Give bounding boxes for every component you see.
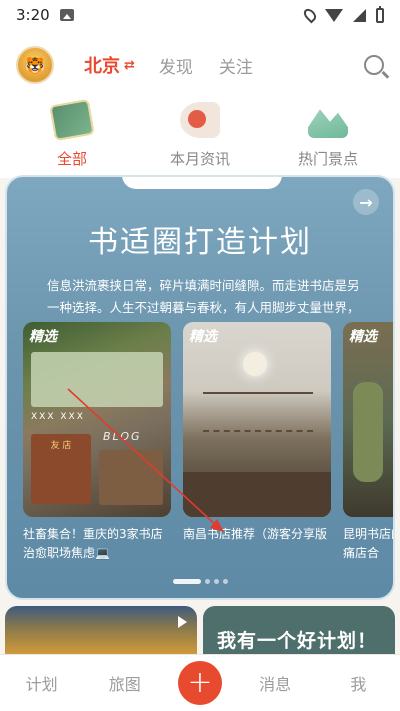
category-label: 本月资讯	[169, 150, 230, 168]
wifi-icon	[325, 8, 343, 22]
tiger-logo-icon: 🐯	[25, 55, 45, 75]
status-bar: 3:20	[0, 0, 400, 30]
bookstore-photo: 友 店	[31, 434, 91, 504]
featured-tag: 精选	[349, 329, 377, 345]
signal-icon	[353, 8, 366, 22]
category-monthly-news[interactable]: 本月资讯	[145, 100, 255, 178]
location-icon	[301, 6, 319, 24]
post-caption: 昆明书店的痛店合	[343, 527, 393, 560]
plan-preview-card[interactable]: 我有一个好计划！	[203, 606, 395, 656]
featured-tag: 精选	[189, 329, 217, 345]
city-name: 北京	[84, 56, 120, 77]
search-icon[interactable]	[364, 55, 384, 75]
hanging-chairs	[203, 392, 313, 432]
category-label: 热门景点	[297, 150, 358, 168]
landscape-icon	[308, 109, 348, 138]
preview-cards: 我有一个好计划！	[5, 606, 395, 656]
category-hot-spots[interactable]: 热门景点	[273, 100, 383, 178]
add-button[interactable]: +	[177, 661, 222, 705]
blog-label: BLOG	[103, 430, 142, 443]
feature-title: 书适圈打造计划	[88, 225, 312, 260]
carousel-dot	[204, 579, 210, 584]
carousel-dot	[222, 579, 228, 584]
top-header: 🐯 北京 ⇄ 发现 关注	[0, 30, 400, 100]
plant-photo	[353, 382, 383, 482]
status-icons	[301, 5, 384, 24]
nav-me[interactable]: 我	[328, 671, 388, 695]
post-caption: 南昌书店推荐（游客分享版	[183, 527, 328, 541]
category-all[interactable]: 全部	[17, 98, 127, 178]
tab-discover[interactable]: 发现	[159, 53, 193, 78]
city-selector[interactable]: 北京 ⇄	[84, 52, 135, 78]
post-card[interactable]: 精选 XXX XXX 友 店 BLOG 社畜集合！重庆的3家书店治愈职场焦虑💻	[23, 322, 171, 572]
post-card[interactable]: 精选 昆明书店的痛店合	[343, 322, 393, 572]
carousel-dots	[7, 579, 393, 584]
status-time: 3:20	[16, 6, 50, 24]
megaphone-icon	[180, 102, 220, 138]
post-caption: 社畜集合！重庆的3家书店治愈职场焦虑💻	[23, 527, 163, 560]
nav-messages[interactable]: 消息	[245, 671, 305, 695]
nav-plan[interactable]: 计划	[12, 671, 72, 695]
tab-follow[interactable]: 关注	[219, 53, 253, 78]
post-carousel[interactable]: 精选 XXX XXX 友 店 BLOG 社畜集合！重庆的3家书店治愈职场焦虑💻 …	[23, 322, 393, 572]
battery-icon	[376, 5, 384, 23]
chandelier	[243, 352, 267, 376]
plan-card-title: 我有一个好计划！	[217, 630, 378, 652]
bottom-nav: 计划 旅图 + 消息 我	[0, 655, 400, 711]
card-notch	[122, 177, 282, 189]
shelf-photo	[99, 450, 163, 505]
window-photo	[31, 352, 163, 407]
featured-tag: 精选	[29, 329, 57, 345]
swap-icon: ⇄	[124, 57, 135, 73]
post-card[interactable]: 精选 南昌书店推荐（游客分享版	[183, 322, 331, 572]
overlay-text: XXX XXX	[31, 412, 85, 422]
arrow-right-icon[interactable]: →	[353, 189, 379, 215]
carousel-dot	[172, 579, 201, 584]
post-image: 精选	[343, 322, 393, 517]
app-logo[interactable]: 🐯	[16, 46, 54, 84]
post-image: 精选	[183, 322, 331, 517]
play-icon	[178, 616, 187, 628]
video-preview-card[interactable]	[5, 606, 197, 656]
category-label: 全部	[56, 150, 87, 168]
category-row: 全部 本月资讯 热门景点	[0, 98, 400, 178]
cafe-floor	[183, 472, 331, 517]
feature-card[interactable]: → 书适圈打造计划 信息洪流裹挟日常，碎片填满时间缝隙。而走进书店是另一种选择。…	[5, 175, 395, 600]
image-notification-icon	[59, 9, 74, 21]
carousel-dot	[213, 579, 219, 584]
nav-travel-map[interactable]: 旅图	[95, 671, 155, 695]
bookstore-sign: 友 店	[50, 441, 72, 451]
post-image: 精选 XXX XXX 友 店 BLOG	[23, 322, 171, 517]
all-icon	[49, 98, 95, 142]
